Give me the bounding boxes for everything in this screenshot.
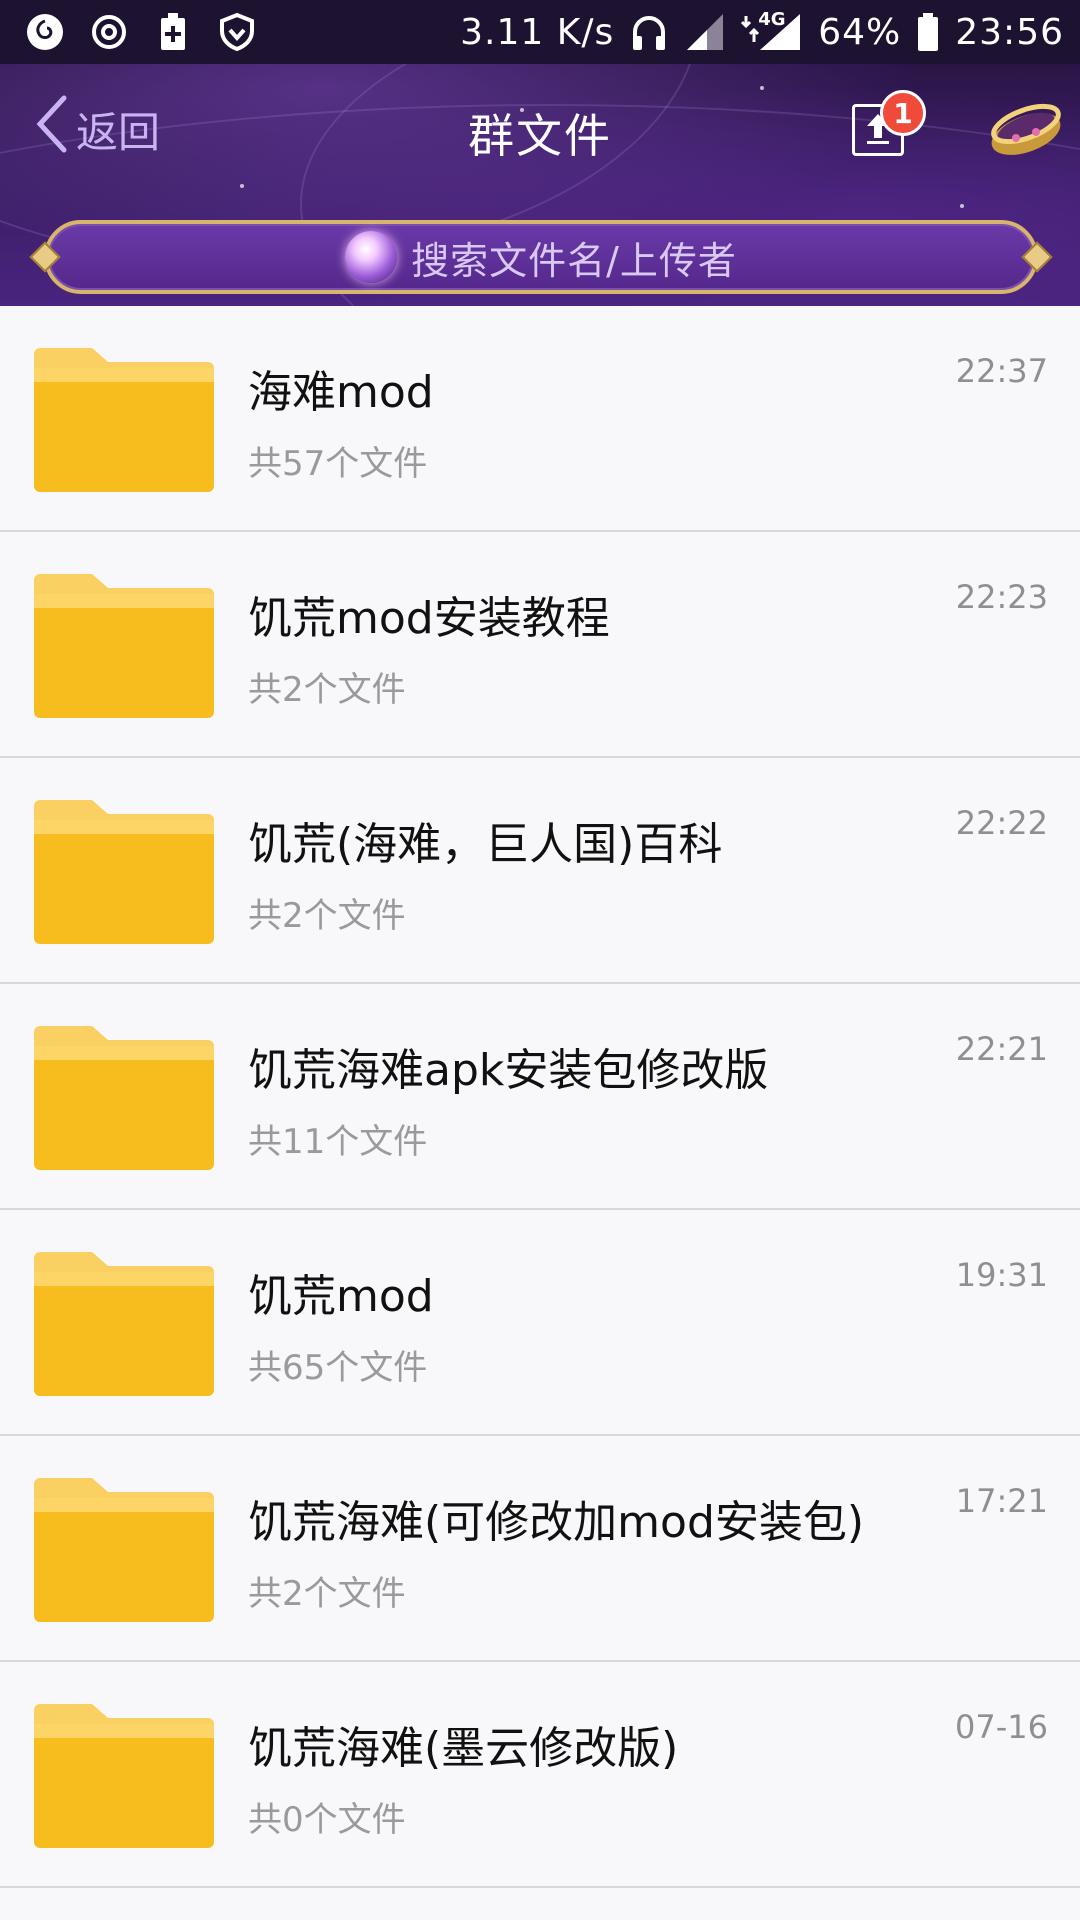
- modified-time: 22:37: [955, 352, 1048, 390]
- list-item[interactable]: 饥荒mod安装教程 共2个文件 22:23: [0, 532, 1080, 758]
- modified-time: 22:21: [955, 1030, 1048, 1068]
- network-type: 4G: [758, 9, 786, 30]
- file-list: 海难mod 共57个文件 22:37 饥荒mod安装教程 共2个文件 22:23…: [0, 306, 1080, 1888]
- file-count: 共2个文件: [248, 670, 406, 710]
- file-count: 共2个文件: [248, 1574, 406, 1614]
- list-item[interactable]: 饥荒(海难，巨人国)百科 共2个文件 22:22: [0, 758, 1080, 984]
- list-item[interactable]: 饥荒海难apk安装包修改版 共11个文件 22:21: [0, 984, 1080, 1210]
- file-count: 共11个文件: [248, 1122, 428, 1162]
- shield-icon: [216, 11, 258, 53]
- folder-name: 饥荒海难(墨云修改版): [248, 1723, 679, 1774]
- folder-icon: [30, 572, 218, 722]
- modified-time: 22:22: [955, 804, 1048, 842]
- folder-icon: [30, 1024, 218, 1174]
- folder-icon: [30, 798, 218, 948]
- net-speed: 3.11 K/s: [460, 11, 615, 53]
- battery-saver-icon: [152, 11, 194, 53]
- battery-percent: 64%: [818, 11, 902, 53]
- file-count: 共57个文件: [248, 444, 428, 484]
- signal-icon: [684, 11, 726, 53]
- modified-time: 07-16: [955, 1708, 1048, 1746]
- folder-icon: [30, 346, 218, 496]
- sync-icon: [88, 11, 130, 53]
- folder-name: 饥荒mod: [248, 1271, 434, 1322]
- modified-time: 22:23: [955, 578, 1048, 616]
- modified-time: 17:21: [955, 1482, 1048, 1520]
- search-placeholder: 搜索文件名/上传者: [411, 238, 737, 283]
- header: 返回 群文件 1 搜索文件名/上传者: [0, 64, 1080, 306]
- battery-icon: [915, 11, 941, 53]
- crystal-orb-icon: [345, 231, 398, 283]
- list-item[interactable]: 海难mod 共57个文件 22:37: [0, 306, 1080, 532]
- folder-name: 饥荒海难apk安装包修改版: [248, 1045, 769, 1096]
- file-count: 共0个文件: [248, 1800, 406, 1840]
- netease-music-icon: [24, 11, 66, 53]
- list-item[interactable]: 饥荒海难(墨云修改版) 共0个文件 07-16: [0, 1662, 1080, 1888]
- ring-icon[interactable]: [986, 94, 1066, 164]
- folder-icon: [30, 1702, 218, 1852]
- upload-badge: 1: [880, 90, 926, 136]
- folder-icon: [30, 1250, 218, 1400]
- status-time: 23:56: [955, 11, 1064, 53]
- status-bar: 3.11 K/s 4G 64% 23:56: [0, 0, 1080, 64]
- headphones-icon: [628, 11, 670, 53]
- folder-name: 海难mod: [248, 367, 434, 418]
- signal-4g-icon: 4G: [740, 9, 804, 53]
- modified-time: 19:31: [955, 1256, 1048, 1294]
- folder-name: 饥荒(海难，巨人国)百科: [248, 819, 723, 870]
- list-item[interactable]: 饥荒mod 共65个文件 19:31: [0, 1210, 1080, 1436]
- folder-name: 饥荒mod安装教程: [248, 593, 610, 644]
- file-count: 共2个文件: [248, 896, 406, 936]
- search-bar[interactable]: 搜索文件名/上传者: [29, 220, 1053, 294]
- folder-icon: [30, 1476, 218, 1626]
- list-item[interactable]: 饥荒海难(可修改加mod安装包) 共2个文件 17:21: [0, 1436, 1080, 1662]
- file-count: 共65个文件: [248, 1348, 428, 1388]
- folder-name: 饥荒海难(可修改加mod安装包): [248, 1497, 865, 1548]
